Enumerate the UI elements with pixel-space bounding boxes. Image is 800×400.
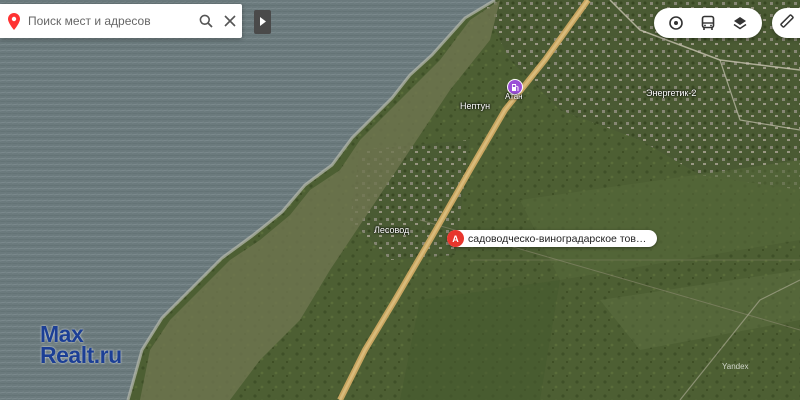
marker-letter: А xyxy=(447,230,464,247)
layers-icon[interactable] xyxy=(728,11,752,35)
chevron-right-icon xyxy=(259,13,266,31)
map-label-lesovod: Лесовод xyxy=(374,225,410,235)
search-box xyxy=(0,4,242,38)
search-input[interactable] xyxy=(28,14,194,28)
panorama-icon[interactable] xyxy=(664,11,688,35)
map-label-neptun: Нептун xyxy=(460,101,491,111)
search-icon[interactable] xyxy=(194,4,218,38)
location-marker[interactable]: А садоводческо-виноградарское товарищест… xyxy=(447,230,657,247)
transport-icon[interactable] xyxy=(696,11,720,35)
map-pin-icon xyxy=(0,4,28,38)
collapse-panel-button[interactable] xyxy=(254,10,271,34)
map-controls-group xyxy=(654,8,762,38)
watermark-line-2: Realt.ru xyxy=(40,342,122,368)
marker-label: садоводческо-виноградарское товарищество xyxy=(468,232,651,245)
close-icon[interactable] xyxy=(218,4,242,38)
ruler-icon xyxy=(779,13,795,34)
yandex-copyright: Yandex xyxy=(722,362,749,371)
maxrealt-watermark: Max Realt.ru xyxy=(40,323,122,368)
ruler-button[interactable] xyxy=(772,8,800,38)
map-label-energetik: Энергетик-2 xyxy=(646,88,697,98)
map-label-atan: Атан xyxy=(505,92,523,101)
